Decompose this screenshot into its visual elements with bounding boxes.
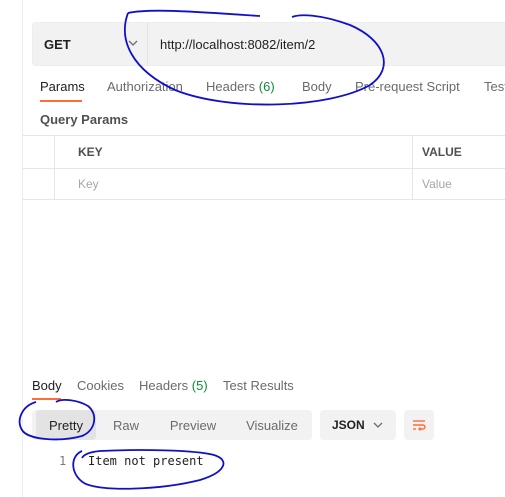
table-border-bottom: [22, 199, 505, 200]
method-label: GET: [44, 36, 71, 52]
format-select[interactable]: JSON: [320, 410, 396, 440]
tab-headers-label: Headers: [206, 79, 256, 94]
column-header-value: VALUE: [422, 145, 462, 159]
tab-pre-request-script[interactable]: Pre-request Script: [355, 79, 460, 94]
view-pretty-button[interactable]: Pretty: [36, 410, 96, 440]
tab-headers[interactable]: Headers (6): [206, 79, 275, 94]
chevron-down-icon[interactable]: [372, 419, 384, 431]
view-mode-group: Pretty Raw Preview Visualize: [32, 410, 312, 440]
request-tabs: Params Authorization Headers (6) Body Pr…: [40, 76, 505, 102]
active-response-tab-indicator: [32, 398, 61, 400]
query-params-table: KEY VALUE Key Value: [22, 135, 505, 200]
headers-count: (6): [258, 79, 275, 94]
view-visualize-button[interactable]: Visualize: [236, 410, 308, 440]
table-border-mid: [22, 168, 505, 169]
method-divider: [147, 23, 148, 65]
column-header-key: KEY: [78, 145, 103, 159]
tab-params[interactable]: Params: [40, 79, 85, 94]
table-border-top: [22, 135, 505, 136]
query-params-title: Query Params: [40, 112, 129, 127]
format-label: JSON: [332, 418, 365, 432]
wrap-lines-icon: [413, 420, 426, 431]
param-key-input[interactable]: Key: [78, 177, 99, 191]
response-tab-headers[interactable]: Headers (5): [139, 378, 208, 393]
response-tab-headers-label: Headers: [139, 378, 189, 393]
table-col-divider: [54, 135, 55, 200]
wrap-lines-button[interactable]: [404, 410, 434, 440]
tab-body[interactable]: Body: [302, 79, 332, 94]
chevron-down-icon[interactable]: [127, 37, 139, 49]
response-tab-body[interactable]: Body: [32, 378, 62, 393]
response-body-text: Item not present: [88, 454, 204, 468]
active-tab-indicator: [40, 100, 82, 102]
tab-authorization[interactable]: Authorization: [107, 79, 183, 94]
request-bar: GET http://localhost:8082/item/2: [32, 22, 505, 66]
response-headers-count: (5): [191, 378, 208, 393]
param-value-input[interactable]: Value: [422, 177, 452, 191]
url-input[interactable]: http://localhost:8082/item/2: [160, 23, 315, 65]
line-number: 1: [59, 454, 67, 468]
response-tabs: Body Cookies Headers (5) Test Results: [32, 378, 505, 402]
view-preview-button[interactable]: Preview: [160, 410, 226, 440]
view-raw-button[interactable]: Raw: [102, 410, 150, 440]
sidebar-edge: [22, 0, 23, 497]
response-tab-cookies[interactable]: Cookies: [77, 378, 124, 393]
table-col-divider: [412, 135, 413, 200]
tab-tests[interactable]: Test: [484, 79, 505, 94]
response-tab-test-results[interactable]: Test Results: [223, 378, 294, 393]
